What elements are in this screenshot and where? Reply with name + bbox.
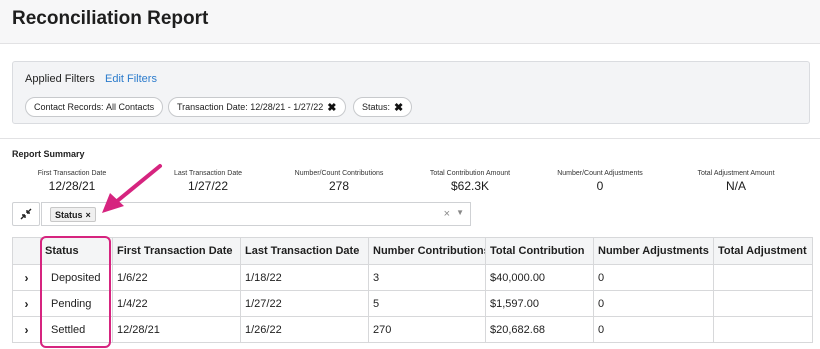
stat-label: Number/Count Contributions bbox=[294, 170, 384, 177]
cell-total-contribution: $40,000.00 bbox=[485, 264, 594, 291]
cell-total-contribution: $20,682.68 bbox=[485, 316, 594, 343]
cell-first-date: 1/4/22 bbox=[112, 290, 241, 317]
cell-last-date: 1/18/22 bbox=[240, 264, 369, 291]
cell-total-adjustment bbox=[713, 290, 813, 317]
collapse-icon bbox=[20, 208, 32, 220]
stat-value: $62.3K bbox=[450, 179, 490, 193]
cell-total-adjustment bbox=[713, 316, 813, 343]
cell-status: Pending bbox=[40, 290, 113, 317]
chip-label: Status bbox=[55, 209, 83, 220]
filter-chip-transaction-date[interactable]: Transaction Date: 12/28/21 - 1/27/22 ✖ bbox=[168, 97, 346, 117]
chip-label: Transaction Date: bbox=[177, 102, 248, 112]
expand-row-icon[interactable]: › bbox=[12, 264, 41, 291]
page-header: Reconciliation Report bbox=[0, 0, 820, 44]
table-header-row: Status First Transaction Date Last Trans… bbox=[12, 237, 813, 265]
close-icon[interactable]: ✖ bbox=[394, 101, 403, 114]
applied-filters-label: Applied Filters bbox=[25, 73, 95, 85]
column-header-expander bbox=[12, 237, 41, 265]
filter-chip-contact-records[interactable]: Contact Records: All Contacts bbox=[25, 97, 164, 117]
chip-value: All Contacts bbox=[106, 102, 155, 112]
cell-number-adjustments: 0 bbox=[593, 290, 714, 317]
report-table: Status First Transaction Date Last Trans… bbox=[12, 237, 813, 343]
stat-value: 0 bbox=[596, 179, 604, 193]
chip-label: Contact Records: bbox=[34, 102, 104, 112]
cell-status: Settled bbox=[40, 316, 113, 343]
cell-first-date: 1/6/22 bbox=[112, 264, 241, 291]
group-by-select[interactable]: Status × × ▼ bbox=[41, 202, 471, 226]
cell-last-date: 1/26/22 bbox=[240, 316, 369, 343]
column-header-total-adjustment[interactable]: Total Adjustment bbox=[713, 237, 813, 265]
page-title: Reconciliation Report bbox=[12, 8, 209, 29]
expand-row-icon[interactable]: › bbox=[12, 290, 41, 317]
cell-number-adjustments: 0 bbox=[593, 264, 714, 291]
cell-total-adjustment bbox=[713, 264, 813, 291]
stat-number-adjustments: Number/Count Adjustments 0 bbox=[530, 170, 670, 193]
stat-label: Total Adjustment Amount bbox=[697, 170, 775, 177]
cell-number-contributions: 270 bbox=[368, 316, 486, 343]
column-header-last-transaction-date[interactable]: Last Transaction Date bbox=[240, 237, 369, 265]
column-header-total-contribution[interactable]: Total Contribution bbox=[485, 237, 594, 265]
collapse-button[interactable] bbox=[12, 202, 40, 226]
column-header-number-contributions[interactable]: Number Contributions bbox=[368, 237, 486, 265]
chip-value: 12/28/21 - 1/27/22 bbox=[250, 102, 324, 112]
cell-number-contributions: 3 bbox=[368, 264, 486, 291]
stat-value: 278 bbox=[328, 179, 350, 193]
stat-first-transaction-date: First Transaction Date 12/28/21 bbox=[2, 170, 142, 193]
cell-status: Deposited bbox=[40, 264, 113, 291]
chip-label: Status: bbox=[362, 102, 391, 112]
stat-value: 1/27/22 bbox=[187, 179, 229, 193]
report-summary-title: Report Summary bbox=[12, 149, 85, 159]
stat-label: Total Contribution Amount bbox=[429, 170, 511, 177]
stat-total-adjustment-amount: Total Adjustment Amount N/A bbox=[666, 170, 806, 193]
section-divider bbox=[0, 138, 820, 139]
stat-number-contributions: Number/Count Contributions 278 bbox=[269, 170, 409, 193]
cell-first-date: 12/28/21 bbox=[112, 316, 241, 343]
table-row[interactable]: › Pending 1/4/22 1/27/22 5 $1,597.00 0 bbox=[12, 290, 813, 317]
expand-row-icon[interactable]: › bbox=[12, 316, 41, 343]
table-row[interactable]: › Deposited 1/6/22 1/18/22 3 $40,000.00 … bbox=[12, 264, 813, 291]
close-icon[interactable]: ✖ bbox=[327, 101, 336, 114]
stat-label: First Transaction Date bbox=[37, 170, 107, 177]
stat-last-transaction-date: Last Transaction Date 1/27/22 bbox=[138, 170, 278, 193]
stat-value: N/A bbox=[725, 179, 746, 193]
table-row[interactable]: › Settled 12/28/21 1/26/22 270 $20,682.6… bbox=[12, 316, 813, 343]
group-by-chip-status[interactable]: Status × bbox=[50, 207, 96, 222]
cell-number-contributions: 5 bbox=[368, 290, 486, 317]
clear-icon[interactable]: × bbox=[444, 208, 450, 220]
cell-last-date: 1/27/22 bbox=[240, 290, 369, 317]
chevron-down-icon[interactable]: ▼ bbox=[456, 208, 464, 217]
cell-total-contribution: $1,597.00 bbox=[485, 290, 594, 317]
column-header-status[interactable]: Status bbox=[40, 237, 113, 265]
close-icon[interactable]: × bbox=[86, 210, 91, 220]
stat-value: 12/28/21 bbox=[48, 179, 96, 193]
cell-number-adjustments: 0 bbox=[593, 316, 714, 343]
filters-panel: Applied Filters Edit Filters Contact Rec… bbox=[12, 61, 810, 124]
column-header-first-transaction-date[interactable]: First Transaction Date bbox=[112, 237, 241, 265]
stat-label: Number/Count Adjustments bbox=[557, 170, 643, 177]
stat-label: Last Transaction Date bbox=[173, 170, 243, 177]
stat-total-contribution-amount: Total Contribution Amount $62.3K bbox=[400, 170, 540, 193]
edit-filters-link[interactable]: Edit Filters bbox=[105, 73, 157, 85]
filter-chip-status[interactable]: Status: ✖ bbox=[353, 97, 413, 117]
column-header-number-adjustments[interactable]: Number Adjustments bbox=[593, 237, 714, 265]
